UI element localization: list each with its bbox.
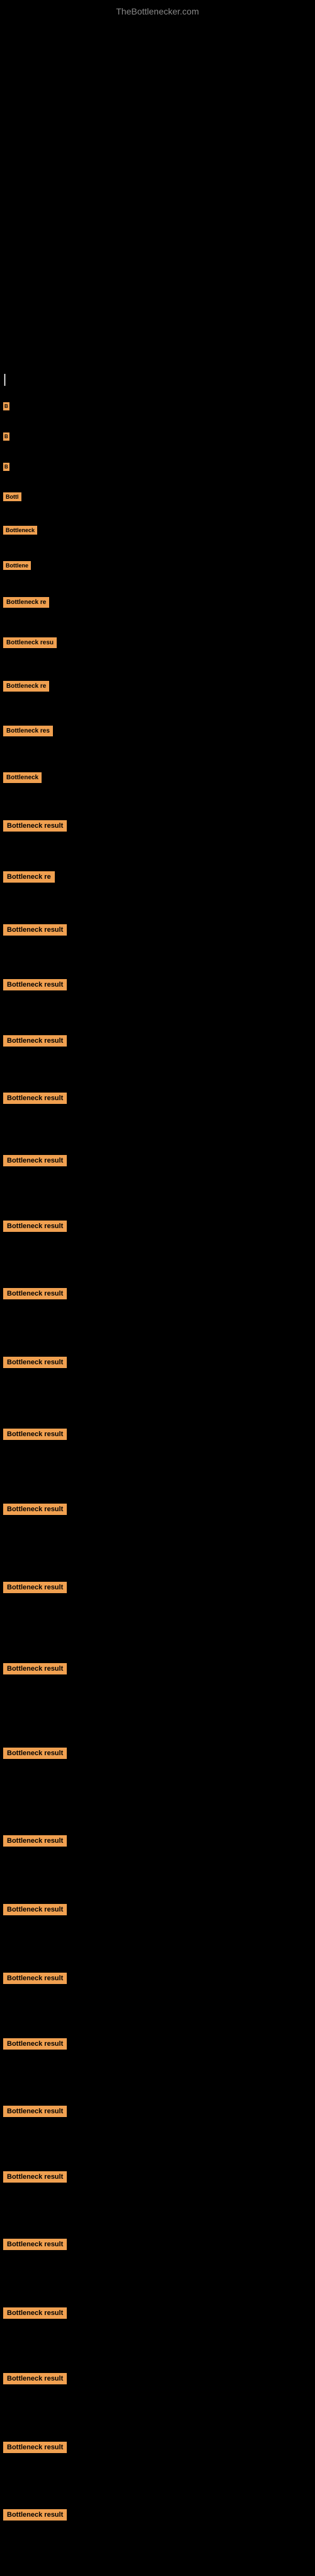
bottleneck-label: Bottleneck result <box>3 1155 67 1166</box>
bottleneck-item: Bottleneck result <box>0 2105 315 2117</box>
bottleneck-label: Bottleneck result <box>3 1221 67 1232</box>
bottleneck-label: B <box>3 432 9 441</box>
bottleneck-label: Bottleneck result <box>3 2442 67 2453</box>
bottleneck-item: Bottleneck result <box>0 978 315 990</box>
bottleneck-item: Bottleneck re <box>0 680 315 692</box>
bottleneck-label: Bottleneck <box>3 772 42 783</box>
bottleneck-item: Bottleneck result <box>0 2441 315 2453</box>
bottleneck-item: Bottleneck <box>0 771 315 783</box>
bottleneck-item: Bottleneck result <box>0 1428 315 1440</box>
bottleneck-item: Bottl <box>0 490 315 502</box>
bottleneck-label: Bottleneck resu <box>3 637 57 648</box>
bottleneck-item: Bottleneck result <box>0 1220 315 1232</box>
bottleneck-label: Bottleneck result <box>3 2509 67 2521</box>
bottleneck-item: Bottleneck result <box>0 1035 315 1047</box>
bottleneck-item: Bottleneck <box>0 524 315 535</box>
site-title: TheBottlenecker.com <box>0 0 315 20</box>
bottleneck-item: Bottleneck result <box>0 1092 315 1104</box>
bottleneck-label: B <box>3 463 9 471</box>
bottleneck-label: Bottleneck result <box>3 1835 67 1847</box>
bottleneck-label: Bottleneck result <box>3 1093 67 1104</box>
bottleneck-item: Bottleneck resu <box>0 636 315 648</box>
bottleneck-label: Bottleneck result <box>3 2373 67 2384</box>
bottleneck-label: B <box>3 402 9 410</box>
bottleneck-label: Bottleneck result <box>3 1748 67 1759</box>
bottleneck-label: Bottleneck result <box>3 1357 67 1368</box>
bottleneck-label: Bottleneck result <box>3 2038 67 2050</box>
bottleneck-item: Bottleneck re <box>0 596 315 608</box>
bottleneck-label: Bottleneck result <box>3 1504 67 1515</box>
bottleneck-item: B <box>0 460 315 472</box>
bottleneck-item: Bottleneck result <box>0 1356 315 1368</box>
bottleneck-label: Bottleneck res <box>3 726 53 736</box>
bottleneck-item: Bottleneck result <box>0 1835 315 1847</box>
bottleneck-label: Bottleneck result <box>3 2239 67 2250</box>
bottleneck-item: Bottleneck result <box>0 2238 315 2250</box>
bottleneck-item: Bottleneck result <box>0 2171 315 2183</box>
bottleneck-item: Bottleneck result <box>0 924 315 936</box>
bottleneck-item: Bottleneck result <box>0 1903 315 1915</box>
bottleneck-item: Bottleneck result <box>0 2038 315 2050</box>
bottleneck-item: Bottleneck result <box>0 2307 315 2319</box>
bottleneck-label: Bottleneck re <box>3 681 49 692</box>
bottleneck-label: Bottleneck result <box>3 979 67 990</box>
bottleneck-item: Bottleneck re <box>0 871 315 883</box>
bottleneck-label: Bottleneck result <box>3 2106 67 2117</box>
bottleneck-label: Bottleneck result <box>3 1582 67 1593</box>
bottleneck-label: Bottleneck result <box>3 1904 67 1915</box>
bottleneck-label: Bottleneck <box>3 526 37 535</box>
separator-line: | <box>0 366 315 393</box>
bottleneck-item: B <box>0 400 315 411</box>
bottleneck-label: Bottleneck re <box>3 597 49 608</box>
bottleneck-label: Bottl <box>3 492 21 501</box>
bottleneck-item: Bottleneck result <box>0 2509 315 2521</box>
bottleneck-label: Bottleneck result <box>3 2171 67 2183</box>
bottleneck-label: Bottleneck result <box>3 924 67 936</box>
bottleneck-item: Bottlene <box>0 559 315 571</box>
bottleneck-label: Bottleneck result <box>3 1429 67 1440</box>
bottleneck-label: Bottleneck result <box>3 1973 67 1984</box>
bottleneck-item: Bottleneck result <box>0 1503 315 1515</box>
bottleneck-label: Bottleneck re <box>3 871 55 883</box>
bottleneck-label: Bottlene <box>3 561 31 570</box>
bottleneck-item: Bottleneck result <box>0 1662 315 1674</box>
bottleneck-item: Bottleneck result <box>0 820 315 832</box>
bottleneck-item: Bottleneck result <box>0 1747 315 1759</box>
main-chart-area <box>0 20 315 366</box>
bottleneck-label: Bottleneck result <box>3 1288 67 1299</box>
bottleneck-item: Bottleneck result <box>0 1287 315 1299</box>
bottleneck-item: Bottleneck result <box>0 1972 315 1984</box>
bottleneck-item: Bottleneck result <box>0 2372 315 2384</box>
bottleneck-item: B <box>0 430 315 441</box>
bottleneck-label: Bottleneck result <box>3 2307 67 2319</box>
bottleneck-label: Bottleneck result <box>3 1035 67 1047</box>
bottleneck-item: Bottleneck res <box>0 724 315 736</box>
bottleneck-item: Bottleneck result <box>0 1581 315 1593</box>
bottleneck-label: Bottleneck result <box>3 1663 67 1674</box>
bottleneck-item: Bottleneck result <box>0 1154 315 1166</box>
bottleneck-label: Bottleneck result <box>3 820 67 832</box>
bottleneck-container: B B B Bottl Bottleneck Bottlene Bottleneck re B… <box>0 400 315 2521</box>
